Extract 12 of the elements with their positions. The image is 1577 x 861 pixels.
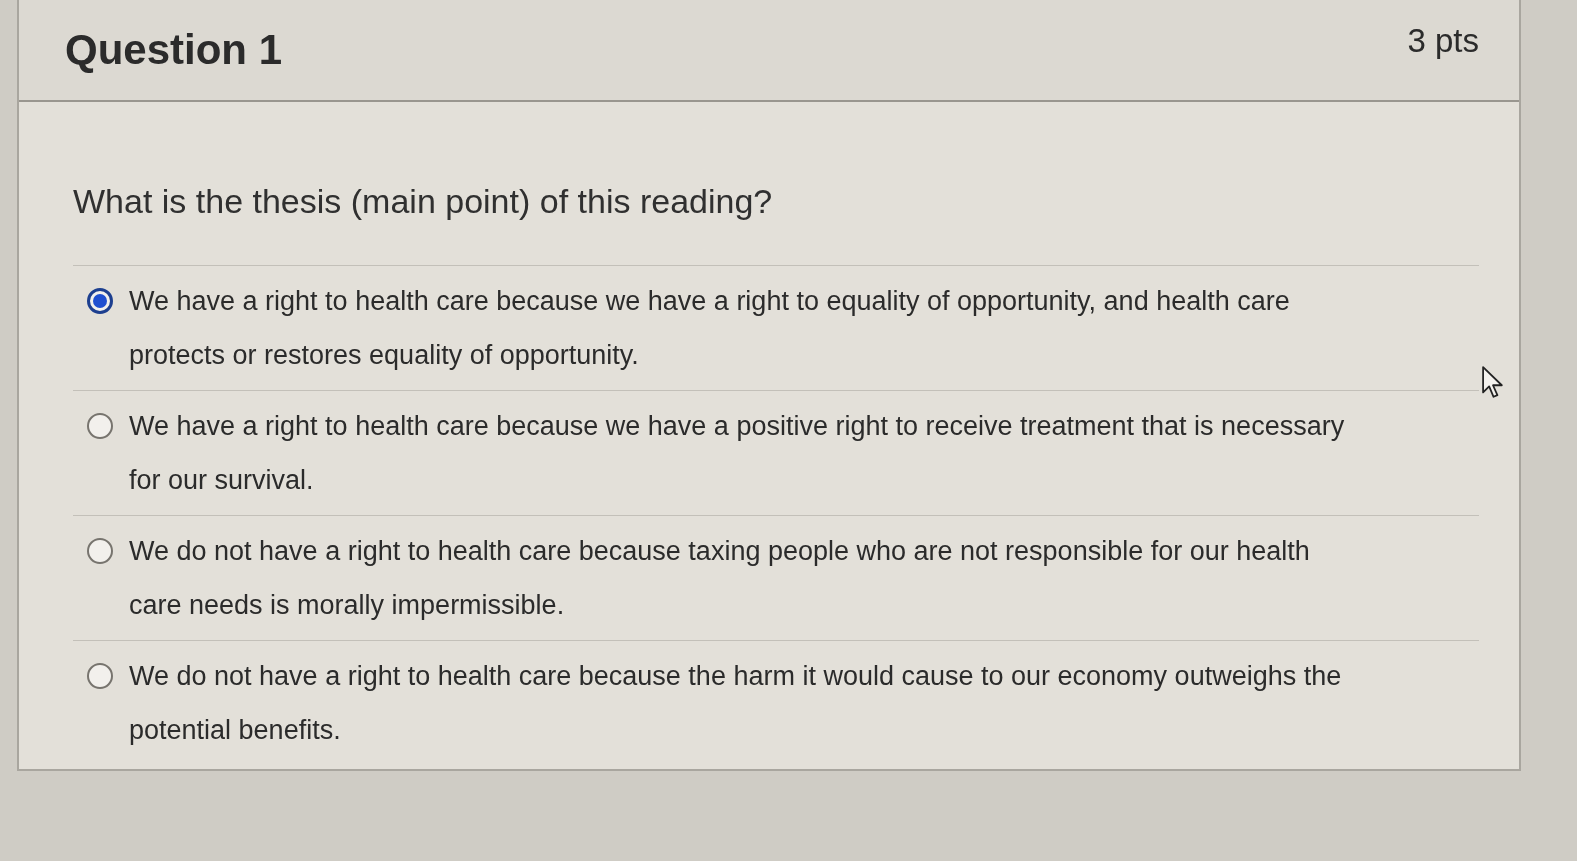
radio-button[interactable] <box>87 288 113 314</box>
answer-option-text[interactable]: We do not have a right to health care because the harm it would cause to our economy outweighs the potential benefits. <box>129 649 1351 757</box>
question-title: Question 1 <box>65 26 283 74</box>
radio-button[interactable] <box>87 538 113 564</box>
question-prompt: What is the thesis (main point) of this reading? <box>73 182 774 221</box>
radio-button[interactable] <box>87 413 113 439</box>
answer-option-text[interactable]: We do not have a right to health care because taxing people who are not responsible for our health care needs is morally impermissible. <box>129 524 1351 632</box>
points-label: 3 pts <box>1407 22 1479 60</box>
answer-option-text[interactable]: We have a right to health care because we have a positive right to receive treatment that is necessary for our survival. <box>129 399 1351 507</box>
mouse-pointer-icon <box>1482 366 1504 399</box>
radio-button[interactable] <box>87 663 113 689</box>
answer-option-text[interactable]: We have a right to health care because we have a right to equality of opportunity, and health care protects or restores equality of opportunity. <box>129 274 1351 382</box>
